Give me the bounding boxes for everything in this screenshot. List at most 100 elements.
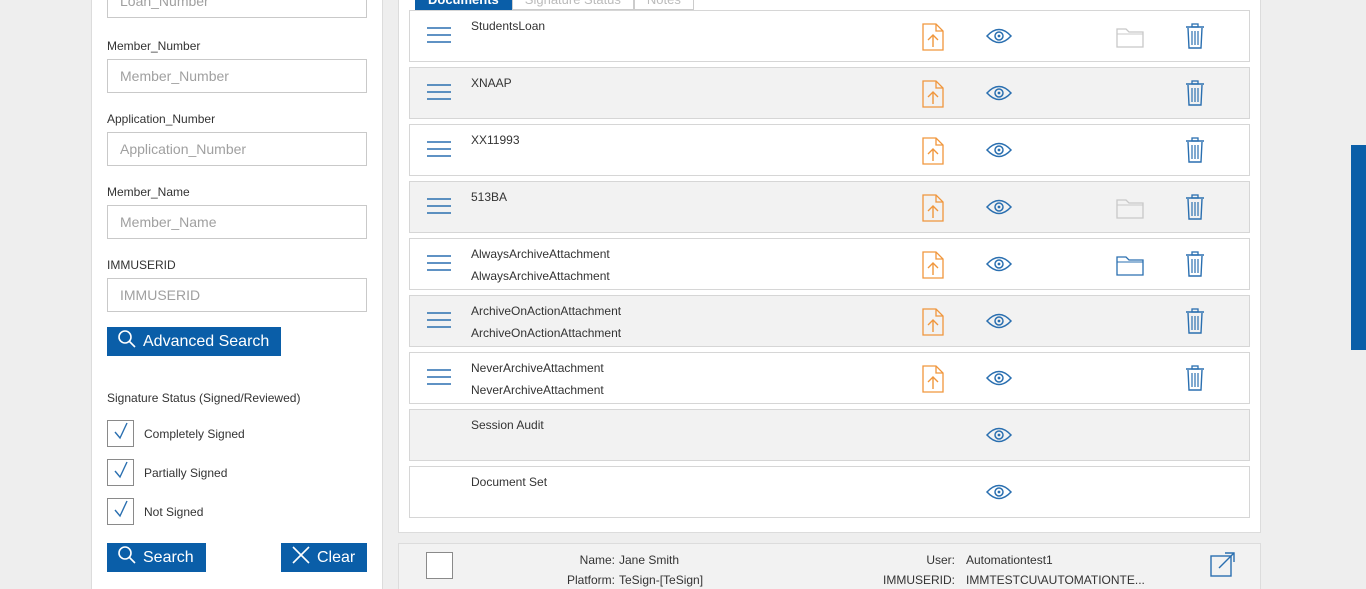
checkmark-icon [112,460,130,485]
name-value: Jane Smith [619,553,680,567]
search-icon [107,329,143,354]
completely-signed-checkbox[interactable]: Completely Signed [107,420,245,447]
document-row[interactable]: 513BA [409,181,1250,233]
trash-icon[interactable] [1185,251,1205,282]
document-row[interactable]: ArchiveOnActionAttachment ArchiveOnAction… [409,295,1250,347]
menu-icon[interactable] [426,196,452,221]
immuserid-label: IMMUSERID [107,258,176,272]
platform-label: Platform: [566,573,615,587]
not-signed-label: Not Signed [144,504,204,519]
eye-icon[interactable] [985,141,1013,164]
document-subtitle: NeverArchiveAttachment [471,383,604,397]
menu-icon[interactable] [426,82,452,107]
partially-signed-checkbox[interactable]: Partially Signed [107,459,227,486]
document-subtitle: ArchiveOnActionAttachment [471,326,622,340]
application-number-input[interactable] [107,132,367,166]
upload-icon[interactable] [922,365,944,398]
document-row[interactable]: AlwaysArchiveAttachment AlwaysArchiveAtta… [409,238,1250,290]
eye-icon[interactable] [985,84,1013,107]
immuserid-info-label: IMMUSERID: [883,573,955,587]
trash-icon[interactable] [1185,194,1205,225]
folder-icon[interactable] [1116,254,1144,281]
checkbox-box[interactable] [107,498,134,525]
document-name: Session Audit [471,418,544,432]
eye-icon[interactable] [985,198,1013,221]
documents-panel: Documents Signature Status Notes Student… [398,0,1261,533]
document-row[interactable]: NeverArchiveAttachment NeverArchiveAttach… [409,352,1250,404]
search-panel: Member_Number Application_Number Member_… [91,0,383,589]
upload-icon[interactable] [922,251,944,284]
member-name-label: Member_Name [107,185,190,199]
session-info-bar: Name: Jane Smith Platform: TeSign-[TeSig… [398,543,1261,589]
clear-button[interactable]: Clear [281,543,367,572]
upload-icon[interactable] [922,137,944,170]
document-row[interactable]: Session Audit [409,409,1250,461]
tab-notes[interactable]: Notes [633,0,694,10]
eye-icon[interactable] [985,426,1013,449]
tab-signature-status[interactable]: Signature Status [511,0,634,10]
user-label: User: [926,553,955,567]
user-value: Automationtest1 [966,553,1053,567]
document-name: Document Set [471,475,548,489]
eye-icon[interactable] [985,483,1013,506]
trash-icon[interactable] [1185,137,1205,168]
document-name: 513BA [471,190,508,204]
checkbox-box[interactable] [107,420,134,447]
checkmark-icon [112,499,130,524]
folder-icon[interactable] [1116,197,1144,224]
document-row[interactable]: XNAAP [409,67,1250,119]
upload-icon[interactable] [922,308,944,341]
trash-icon[interactable] [1185,80,1205,111]
select-checkbox[interactable] [426,552,453,579]
loan-number-input[interactable] [107,0,367,18]
external-link-icon[interactable] [1209,550,1237,583]
partially-signed-label: Partially Signed [144,465,228,480]
application-number-label: Application_Number [107,112,216,126]
checkbox-box[interactable] [107,459,134,486]
document-name: XX11993 [471,133,520,147]
member-number-input[interactable] [107,59,367,93]
document-name: StudentsLoan [471,19,546,33]
search-button[interactable]: Search [107,543,206,572]
document-row[interactable]: StudentsLoan [409,10,1250,62]
menu-icon[interactable] [426,25,452,50]
upload-icon[interactable] [922,80,944,113]
signature-status-title: Signature Status (Signed/Reviewed) [107,391,301,405]
eye-icon[interactable] [985,369,1013,392]
side-panel-tab[interactable] [1351,145,1366,350]
immuserid-input[interactable] [107,278,367,312]
trash-icon[interactable] [1185,308,1205,339]
member-number-label: Member_Number [107,39,201,53]
checkmark-icon [112,421,130,446]
folder-icon[interactable] [1116,26,1144,53]
trash-icon[interactable] [1185,365,1205,396]
advanced-search-button[interactable]: Advanced Search [107,327,281,356]
tab-bar: Documents Signature Status Notes [415,0,694,10]
menu-icon[interactable] [426,310,452,335]
eye-icon[interactable] [985,27,1013,50]
member-name-input[interactable] [107,205,367,239]
document-row[interactable]: XX11993 [409,124,1250,176]
menu-icon[interactable] [426,367,452,392]
not-signed-checkbox[interactable]: Not Signed [107,498,203,525]
upload-icon[interactable] [922,23,944,56]
document-row[interactable]: Document Set [409,466,1250,518]
menu-icon[interactable] [426,253,452,278]
menu-icon[interactable] [426,139,452,164]
document-name: AlwaysArchiveAttachment [471,247,610,261]
document-subtitle: AlwaysArchiveAttachment [471,269,610,283]
immuserid-info-value: IMMTESTCU\AUTOMATIONTE... [966,573,1145,587]
upload-icon[interactable] [922,194,944,227]
trash-icon[interactable] [1185,23,1205,54]
document-name: ArchiveOnActionAttachment [471,304,622,318]
eye-icon[interactable] [985,312,1013,335]
document-name: NeverArchiveAttachment [471,361,604,375]
search-label: Search [143,548,194,566]
search-icon [107,545,143,570]
eye-icon[interactable] [985,255,1013,278]
clear-label: Clear [317,548,356,566]
tab-documents[interactable]: Documents [415,0,512,10]
completely-signed-label: Completely Signed [144,426,245,441]
document-name: XNAAP [471,76,512,90]
advanced-search-label: Advanced Search [143,332,270,350]
